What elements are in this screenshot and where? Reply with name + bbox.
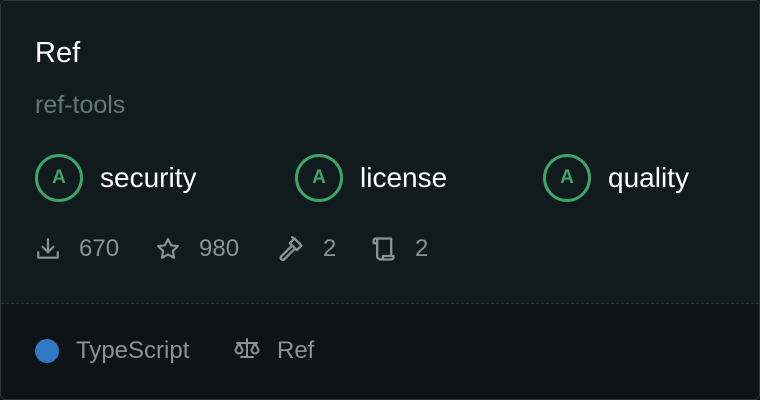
score-security[interactable]: A security: [35, 153, 196, 203]
stat-pages: 2: [369, 233, 428, 265]
stat-downloads: 670: [35, 233, 119, 265]
score-label: quality: [608, 162, 689, 193]
grade-badge: A: [543, 154, 591, 202]
star-icon: [155, 236, 181, 262]
package-subtitle: ref-tools: [35, 91, 126, 119]
language-color-dot: [35, 339, 59, 363]
score-license[interactable]: A license: [295, 153, 447, 203]
stat-builds: 2: [277, 233, 336, 265]
score-quality[interactable]: A quality: [543, 153, 689, 203]
downloads-count: 670: [79, 235, 120, 262]
stars-count: 980: [199, 235, 240, 262]
grade-badge: A: [295, 154, 343, 202]
license-indicator: Ref: [233, 335, 314, 367]
scroll-icon: [369, 235, 397, 263]
score-label: security: [100, 162, 197, 193]
grade-badge: A: [35, 154, 83, 202]
package-card[interactable]: Ref ref-tools A security A license A qua…: [0, 0, 760, 400]
score-label: license: [360, 162, 448, 193]
balance-scale-icon: [233, 335, 261, 368]
pages-count: 2: [415, 235, 429, 262]
download-icon: [35, 236, 61, 262]
language-label: TypeScript: [76, 337, 190, 364]
stat-stars: 980: [155, 233, 239, 265]
package-title[interactable]: Ref: [35, 35, 80, 71]
language-indicator: TypeScript: [35, 335, 189, 367]
hammer-icon: [277, 235, 305, 263]
builds-count: 2: [323, 235, 337, 262]
license-label: Ref: [277, 337, 315, 364]
